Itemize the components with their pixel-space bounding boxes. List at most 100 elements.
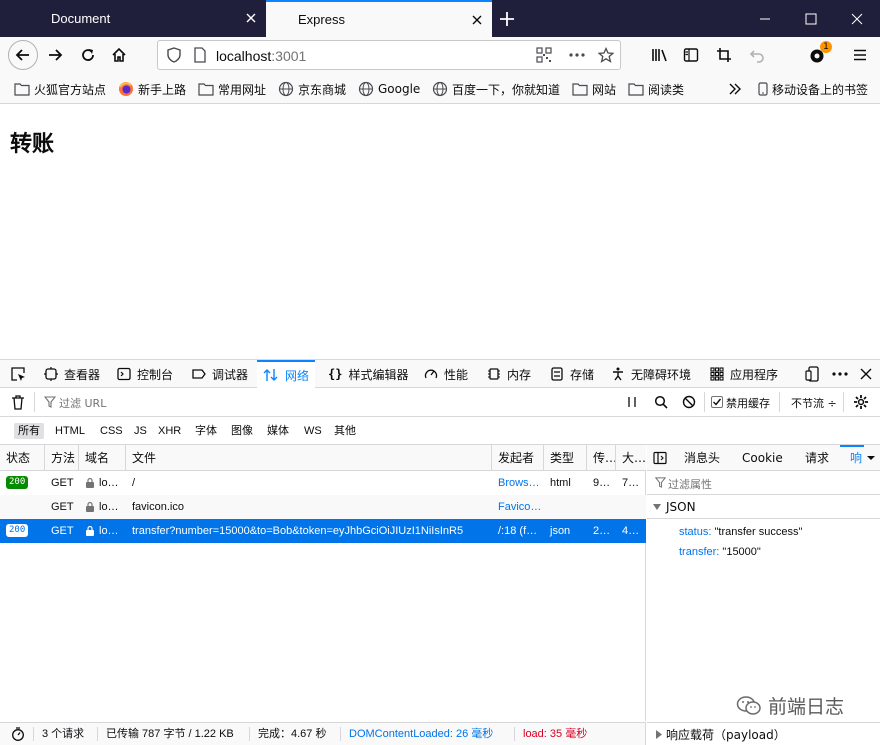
minimize-button[interactable] xyxy=(742,0,788,37)
column-type[interactable]: 类型 xyxy=(544,445,587,471)
reload-button[interactable] xyxy=(73,40,103,70)
devtools-tab-memory[interactable]: 内存 xyxy=(487,360,531,388)
column-status[interactable]: 状态 xyxy=(0,445,45,471)
details-tab-response[interactable]: 响 xyxy=(840,445,864,471)
filter-funnel-icon xyxy=(655,477,666,488)
close-tab-icon[interactable] xyxy=(470,13,484,27)
devtools-tab-inspector[interactable]: 查看器 xyxy=(44,360,100,388)
tab-document[interactable]: Document xyxy=(40,0,266,37)
filter-js[interactable]: JS xyxy=(130,423,151,439)
bookmark-label: 火狐官方站点 xyxy=(34,82,107,97)
bookmark-item[interactable]: 京东商城 xyxy=(278,81,346,97)
title-bar: Document Express xyxy=(0,0,880,37)
request-table-header: 状态 方法 域名 文件 发起者 类型 传… 大… xyxy=(0,445,646,471)
bookmark-star-icon[interactable] xyxy=(598,47,614,63)
devtools-tab-label: 无障碍环境 xyxy=(631,367,692,382)
bookmark-item[interactable]: 百度一下，你就知道 xyxy=(432,81,560,97)
close-window-button[interactable] xyxy=(834,0,880,37)
initiator-cell[interactable]: Favico… xyxy=(492,495,544,519)
bookmark-label: 百度一下，你就知道 xyxy=(452,82,561,97)
filter-html[interactable]: HTML xyxy=(51,423,89,439)
devtools-tab-performance[interactable]: 性能 xyxy=(424,360,468,388)
disable-cache-label: 禁用缓存 xyxy=(726,397,770,410)
hamburger-menu-icon[interactable] xyxy=(852,47,868,63)
bookmark-item[interactable]: 火狐官方站点 xyxy=(14,81,106,97)
filter-css[interactable]: CSS xyxy=(96,423,127,439)
mobile-bookmarks[interactable]: 移动设备上的书签 xyxy=(758,81,868,97)
details-tab-headers[interactable]: 消息头 xyxy=(684,445,720,471)
filter-fonts[interactable]: 字体 xyxy=(191,423,221,439)
pause-icon[interactable] xyxy=(626,396,638,408)
more-actions-icon[interactable] xyxy=(568,47,586,63)
details-tab-request[interactable]: 请求 xyxy=(805,445,829,471)
qr-code-icon[interactable] xyxy=(536,47,552,63)
bookmark-item[interactable]: 常用网址 xyxy=(198,81,266,97)
back-button[interactable] xyxy=(8,40,38,70)
table-row-selected[interactable]: 200 GET lo… transfer?number=15000&to=Bob… xyxy=(0,519,646,543)
stopwatch-icon[interactable] xyxy=(11,727,25,741)
column-domain[interactable]: 域名 xyxy=(79,445,126,471)
filter-images[interactable]: 图像 xyxy=(227,423,257,439)
page-info-icon[interactable] xyxy=(192,47,208,63)
toggle-panel-icon[interactable] xyxy=(653,451,667,465)
filter-all[interactable]: 所有 xyxy=(14,423,44,439)
filter-url-input[interactable]: 过滤 URL xyxy=(59,395,106,411)
filter-ws[interactable]: WS xyxy=(300,423,326,439)
undo-icon[interactable] xyxy=(749,47,765,63)
close-tab-icon[interactable] xyxy=(244,11,258,25)
throttle-select[interactable]: 不节流 ÷ xyxy=(791,395,837,411)
bookmarks-overflow-button[interactable] xyxy=(728,81,746,97)
filter-xhr[interactable]: XHR xyxy=(154,423,185,439)
element-picker-icon[interactable] xyxy=(10,366,26,382)
column-initiator[interactable]: 发起者 xyxy=(492,445,544,471)
json-section-header[interactable]: JSON xyxy=(647,495,880,519)
tabs-dropdown-icon[interactable] xyxy=(866,454,876,462)
close-devtools-icon[interactable] xyxy=(859,367,873,381)
home-button[interactable] xyxy=(104,40,134,70)
screenshot-icon[interactable] xyxy=(716,47,732,63)
devtools-tab-style-editor[interactable]: {} 样式编辑器 xyxy=(328,360,408,388)
devtools-more-icon[interactable] xyxy=(831,366,849,382)
devtools-tab-debugger[interactable]: 调试器 xyxy=(192,360,248,388)
sidebar-icon[interactable] xyxy=(683,47,699,63)
library-icon[interactable] xyxy=(651,47,669,63)
devtools-tab-accessibility[interactable]: 无障碍环境 xyxy=(611,360,691,388)
network-toolbar: 过滤 URL 禁用缓存 不节流 ÷ xyxy=(0,388,880,417)
bookmark-item[interactable]: 网站 xyxy=(572,81,616,97)
table-row[interactable]: 200 GET lo… / Brows… html 9… 7… xyxy=(0,471,646,495)
devtools-tab-network[interactable]: 网络 xyxy=(257,360,316,388)
devtools-tab-console[interactable]: 控制台 xyxy=(117,360,173,388)
filter-properties[interactable]: 过滤属性 xyxy=(647,471,880,495)
shield-icon[interactable] xyxy=(166,47,182,63)
devtools-tab-storage[interactable]: 存储 xyxy=(550,360,594,388)
tab-express[interactable]: Express xyxy=(266,0,492,37)
gear-icon[interactable] xyxy=(853,394,869,410)
column-file[interactable]: 文件 xyxy=(126,445,492,471)
trash-icon[interactable] xyxy=(10,394,26,410)
expand-triangle-icon[interactable] xyxy=(653,503,661,511)
url-bar[interactable]: localhost:3001 xyxy=(157,40,621,70)
bookmark-item[interactable]: 新手上路 xyxy=(118,81,186,97)
response-payload-section[interactable]: 响应载荷（payload） xyxy=(647,722,880,745)
initiator-cell[interactable]: /:18 (f… xyxy=(492,519,544,543)
filter-media[interactable]: 媒体 xyxy=(263,423,293,439)
column-method[interactable]: 方法 xyxy=(45,445,79,471)
block-icon[interactable] xyxy=(682,395,696,409)
column-transferred[interactable]: 传… xyxy=(587,445,616,471)
responsive-design-icon[interactable] xyxy=(805,366,821,382)
search-icon[interactable] xyxy=(654,395,668,409)
initiator-cell[interactable]: Brows… xyxy=(492,471,544,495)
forward-button[interactable] xyxy=(40,40,70,70)
bookmark-item[interactable]: Google xyxy=(358,81,420,97)
disable-cache-checkbox[interactable] xyxy=(711,396,723,408)
new-tab-icon[interactable] xyxy=(496,8,518,30)
filter-other[interactable]: 其他 xyxy=(330,423,360,439)
details-tab-cookie[interactable]: Cookie xyxy=(742,445,783,471)
maximize-button[interactable] xyxy=(788,0,834,37)
bookmark-item[interactable]: 阅读类 xyxy=(628,81,684,97)
table-row[interactable]: GET lo… favicon.ico Favico… xyxy=(0,495,646,519)
collapsed-triangle-icon[interactable] xyxy=(655,730,663,739)
domain-cell: lo… xyxy=(79,495,126,519)
devtools-tab-application[interactable]: 应用程序 xyxy=(710,360,778,388)
column-size[interactable]: 大… xyxy=(616,445,646,471)
